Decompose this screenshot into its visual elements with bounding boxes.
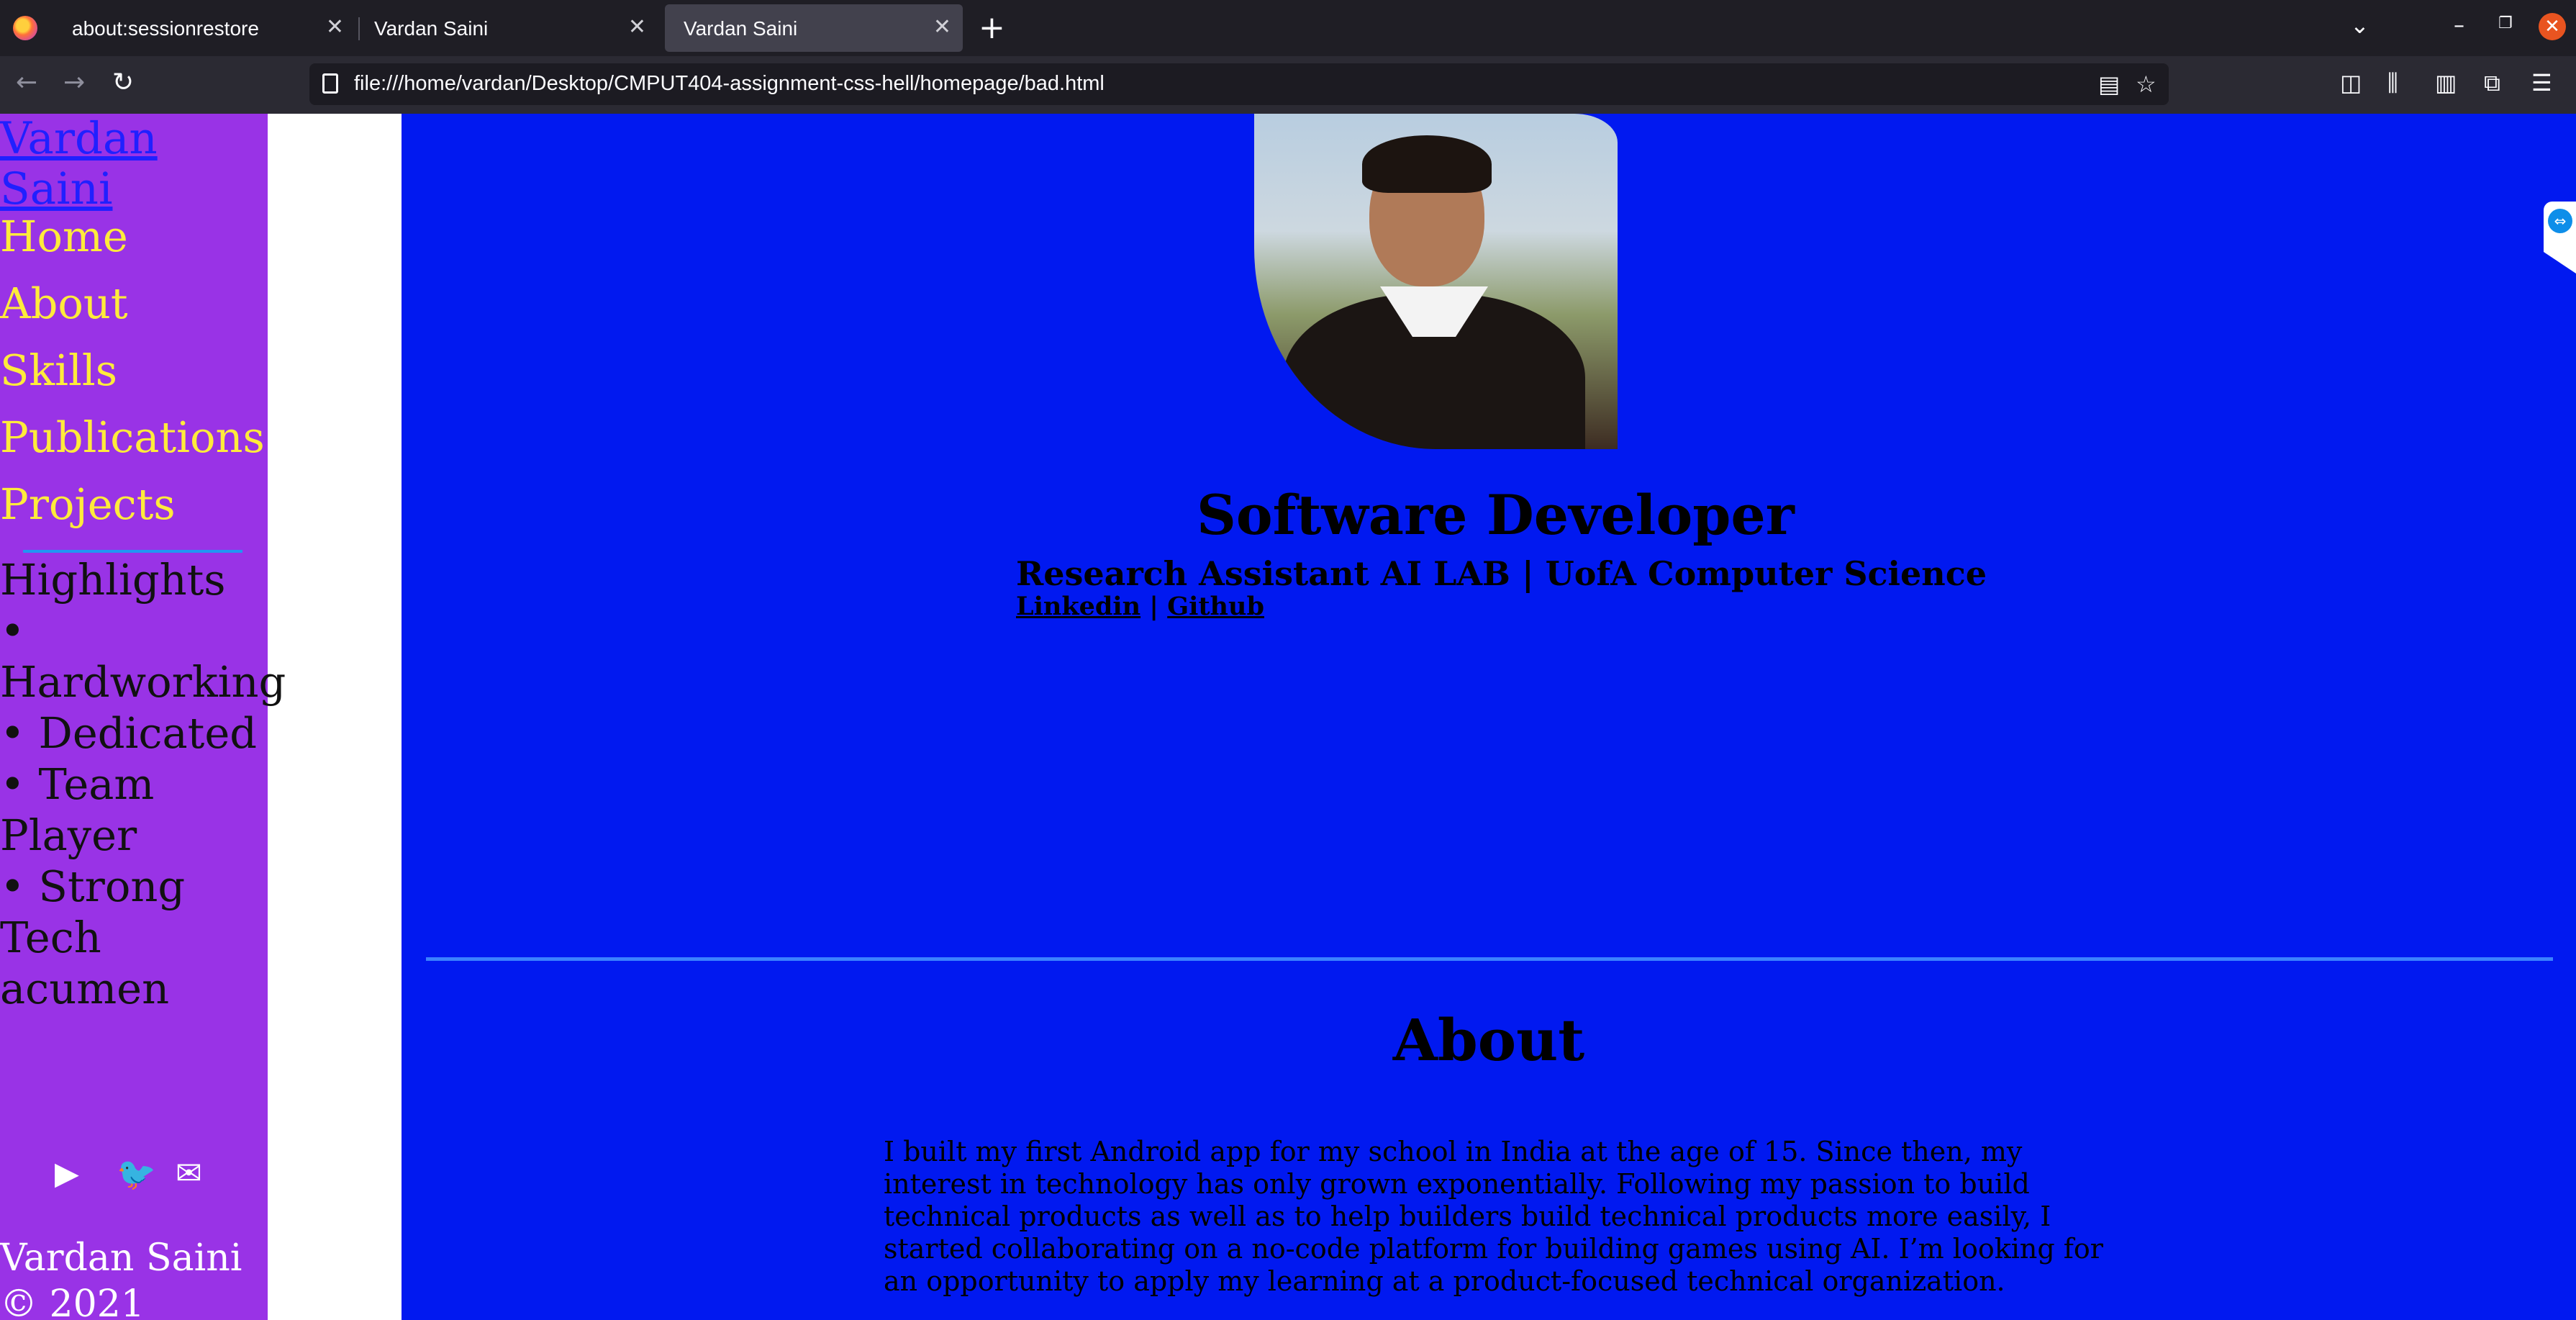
pocket-icon[interactable]: ◫ xyxy=(2340,69,2362,96)
nav-link-home[interactable]: Home xyxy=(0,212,128,261)
tab-vardan-saini-1[interactable]: Vardan Saini ✕ xyxy=(355,4,658,52)
tab-vardan-saini-active[interactable]: Vardan Saini ✕ xyxy=(665,4,963,52)
twitter-icon[interactable]: 🐦 xyxy=(117,1155,156,1193)
tab-label: about:sessionrestore xyxy=(72,17,259,40)
footer: Vardan Saini © 2021 xyxy=(0,1235,268,1320)
sidebar: Vardan Saini Home About Skills Publicati… xyxy=(0,114,286,1320)
hero-title: Software Developer xyxy=(1197,483,1795,547)
minimize-icon[interactable]: – xyxy=(2454,13,2464,38)
tab-label: Vardan Saini xyxy=(374,17,489,40)
tab-label: Vardan Saini xyxy=(684,17,798,40)
highlight-item: • Dedicated xyxy=(0,708,258,758)
hero-subtitle: Research Assistant AI LAB | UofA Compute… xyxy=(1016,554,1987,593)
highlight-item: • Strong Tech acumen xyxy=(0,862,186,1013)
brand-link[interactable]: Vardan Saini xyxy=(0,114,165,214)
linkedin-link[interactable]: Linkedin xyxy=(1016,592,1140,621)
footer-name: Vardan Saini xyxy=(0,1237,242,1280)
close-tab-icon[interactable]: ✕ xyxy=(628,14,646,40)
navigation-toolbar: ← → ↻ file:///home/vardan/Desktop/CMPUT4… xyxy=(0,56,2576,115)
forward-icon[interactable]: → xyxy=(63,68,85,97)
sidebar-divider xyxy=(23,550,242,553)
about-paragraph: I built my first Android app for my scho… xyxy=(884,1136,2103,1297)
bookmark-star-icon[interactable]: ☆ xyxy=(2136,71,2157,98)
profile-photo xyxy=(1254,114,1618,449)
plus-icon[interactable]: + xyxy=(979,10,1005,46)
reload-icon[interactable]: ↻ xyxy=(112,68,134,97)
extensions-icon[interactable]: ⧉ xyxy=(2484,69,2500,97)
about-heading: About xyxy=(1392,1006,1585,1074)
footer-copyright: © 2021 xyxy=(0,1283,145,1320)
photo-hair-shape xyxy=(1362,135,1492,193)
teamviewer-icon: ⇔ xyxy=(2548,209,2572,233)
page-viewport: Vardan Saini Home About Skills Publicati… xyxy=(0,114,2576,1320)
library-icon[interactable]: ⫼ xyxy=(2387,69,2398,97)
close-icon[interactable]: ✕ xyxy=(2539,13,2566,40)
close-tab-icon[interactable]: ✕ xyxy=(933,14,951,40)
email-icon[interactable]: ✉ xyxy=(176,1155,202,1192)
tab-strip: about:sessionrestore ✕ Vardan Saini ✕ Va… xyxy=(0,0,2576,56)
restore-icon[interactable]: ❐ xyxy=(2498,14,2513,32)
nav-link-skills[interactable]: Skills xyxy=(0,345,117,395)
back-icon[interactable]: ← xyxy=(16,68,37,97)
tab-sessionrestore[interactable]: about:sessionrestore ✕ xyxy=(53,4,355,52)
firefox-menu-icon[interactable] xyxy=(13,16,37,40)
highlights-list: Highlights • Hardworking • Dedicated • T… xyxy=(0,554,302,1014)
url-bar[interactable]: file:///home/vardan/Desktop/CMPUT404-ass… xyxy=(309,63,2169,105)
hamburger-menu-icon[interactable]: ☰ xyxy=(2531,69,2552,96)
nav-link-projects[interactable]: Projects xyxy=(0,479,176,529)
highlight-item: • Team Player xyxy=(0,759,155,860)
link-separator: | xyxy=(1149,592,1159,621)
nav-link-publications[interactable]: Publications xyxy=(0,412,265,462)
reader-view-icon[interactable]: ▤ xyxy=(2098,71,2120,98)
github-link[interactable]: Github xyxy=(1167,592,1264,621)
highlight-item: • Hardworking xyxy=(0,606,286,707)
section-divider xyxy=(426,957,2553,961)
youtube-icon[interactable]: ▶ xyxy=(55,1155,79,1192)
page-icon xyxy=(322,73,338,94)
chevron-down-icon[interactable]: ⌄ xyxy=(2350,12,2369,39)
close-tab-icon[interactable]: ✕ xyxy=(326,14,344,40)
sidebar-toggle-icon[interactable]: ▥ xyxy=(2435,69,2457,96)
main-content: Software Developer Research Assistant AI… xyxy=(402,114,2576,1320)
url-text[interactable]: file:///home/vardan/Desktop/CMPUT404-ass… xyxy=(354,72,1105,96)
profile-links: Linkedin | Github xyxy=(1016,592,1264,621)
highlights-title: Highlights xyxy=(0,555,226,605)
nav-link-about[interactable]: About xyxy=(0,279,128,328)
